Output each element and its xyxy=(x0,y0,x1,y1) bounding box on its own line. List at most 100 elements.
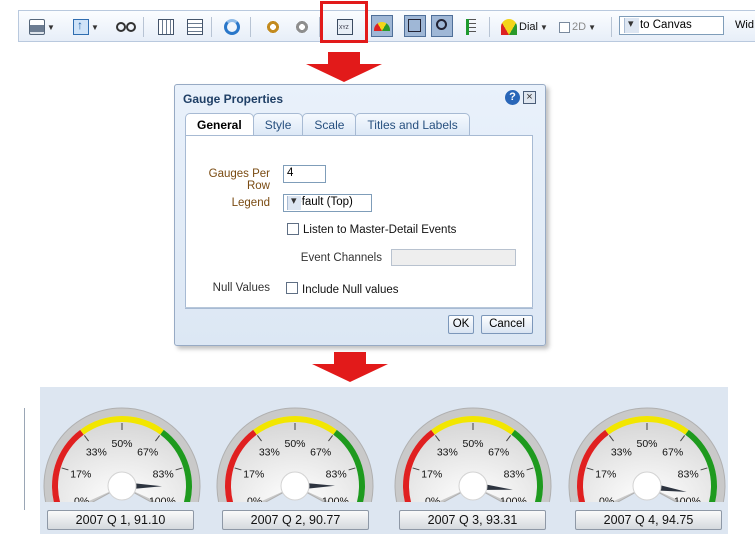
chevron-down-icon xyxy=(287,194,301,210)
gauge-hub xyxy=(107,471,137,501)
chevron-down-icon xyxy=(624,17,639,33)
dial-type-icon xyxy=(501,19,517,35)
gauge-tick-label: 50% xyxy=(636,438,657,450)
chevron-down-icon: ▼ xyxy=(47,22,55,32)
gauge-caption: 2007 Q 1, 91.10 xyxy=(47,510,194,530)
print-button[interactable]: ▼ xyxy=(29,18,55,36)
chevron-down-icon: ▼ xyxy=(91,22,99,32)
gauge-tick-label: 17% xyxy=(243,469,264,481)
grid-view-button[interactable] xyxy=(158,18,174,36)
dial-gauge: 0% 17% 33% 50% 67% 83% 100% xyxy=(568,407,726,502)
gauge-hub xyxy=(632,471,662,501)
binoculars-icon xyxy=(116,22,126,32)
toolbar-divider xyxy=(489,17,490,37)
gauge-tick-label: 83% xyxy=(504,469,525,481)
gauge-tick-label: 33% xyxy=(86,447,107,459)
legend-select[interactable]: Default (Top) xyxy=(283,194,372,212)
close-icon[interactable]: × xyxy=(523,91,536,104)
ok-button[interactable]: OK xyxy=(448,315,474,334)
table-view-button[interactable] xyxy=(187,18,203,36)
down-arrow-icon xyxy=(312,352,388,382)
gauge-caption: 2007 Q 4, 94.75 xyxy=(575,510,722,530)
gauge-type-label: Dial xyxy=(519,21,538,33)
toolbar-divider xyxy=(611,17,612,37)
general-tab-panel: Gauges Per Row 4 Legend Default (Top) Li… xyxy=(185,135,533,309)
gauge-tick-label: 100% xyxy=(500,496,527,502)
refresh-button[interactable] xyxy=(224,18,240,36)
gauge-tick-label: 33% xyxy=(259,447,280,459)
include-null-checkbox[interactable] xyxy=(286,282,298,294)
gauge-tick-label: 100% xyxy=(149,496,176,502)
dialog-tabs: General Style Scale Titles and Labels xyxy=(185,113,470,136)
gauge-tick-label: 67% xyxy=(662,447,683,459)
chevron-down-icon: ▼ xyxy=(539,22,548,32)
toolbar-divider xyxy=(250,17,251,37)
select-mode-button[interactable] xyxy=(404,15,426,37)
event-channels-label: Event Channels xyxy=(300,252,382,264)
zoom-icon xyxy=(436,19,447,30)
listen-master-detail-checkbox[interactable] xyxy=(287,223,299,235)
dial-view-button[interactable] xyxy=(371,15,393,37)
dialog-divider xyxy=(185,307,533,308)
down-arrow-icon xyxy=(306,52,382,82)
export-button[interactable]: ▼ xyxy=(73,18,99,36)
zoom-button[interactable] xyxy=(431,15,453,37)
gauge-tick-label: 33% xyxy=(437,447,458,459)
gauge-tick-label: 100% xyxy=(322,496,349,502)
legend-label: Legend xyxy=(231,197,270,209)
zoom-fit-select[interactable]: Fit to Canvas xyxy=(619,16,724,35)
gauge-tick-label: 17% xyxy=(70,469,91,481)
gauge-tick-label: 83% xyxy=(326,469,347,481)
dial-gauge-icon xyxy=(374,22,390,31)
gauge-tick-label: 33% xyxy=(611,447,632,459)
help-icon[interactable]: ? xyxy=(505,90,520,105)
cancel-button[interactable]: Cancel xyxy=(481,315,533,334)
tab-titles-and-labels[interactable]: Titles and Labels xyxy=(355,113,470,135)
select-icon xyxy=(408,19,421,32)
gauge-tick-label: 67% xyxy=(310,447,331,459)
dial-gauge: 0% 17% 33% 50% 67% 83% 100% xyxy=(43,407,201,502)
dimension-dropdown[interactable]: 2D ▼ xyxy=(559,18,596,36)
format-button[interactable] xyxy=(265,18,281,36)
checkbox-icon xyxy=(559,21,570,33)
gauge-tick-label: 0% xyxy=(247,496,262,502)
toolbar-divider xyxy=(143,17,144,37)
gauge-properties-dialog: Gauge Properties ? × General Style Scale… xyxy=(174,84,546,346)
export-icon xyxy=(73,18,89,35)
dial-gauge: 0% 17% 33% 50% 67% 83% 100% xyxy=(216,407,374,502)
gauge-tick-label: 0% xyxy=(425,496,440,502)
binoculars-icon xyxy=(126,22,136,32)
tab-style[interactable]: Style xyxy=(252,113,304,135)
dialog-title: Gauge Properties xyxy=(183,92,284,106)
gauge-caption: 2007 Q 2, 90.77 xyxy=(222,510,369,530)
settings-button[interactable] xyxy=(294,18,310,36)
panel-divider xyxy=(24,408,25,510)
print-icon xyxy=(29,19,45,35)
gauge-caption: 2007 Q 3, 93.31 xyxy=(399,510,546,530)
find-button[interactable] xyxy=(116,18,136,36)
include-null-label: Include Null values xyxy=(302,284,399,296)
gauge-tick-label: 17% xyxy=(421,469,442,481)
tab-general[interactable]: General xyxy=(185,113,254,136)
listen-master-detail-label: Listen to Master-Detail Events xyxy=(303,224,457,236)
gauge-tick-label: 17% xyxy=(595,469,616,481)
sort-button[interactable] xyxy=(466,18,476,36)
gauge-type-dropdown[interactable]: Dial ▼ xyxy=(501,18,548,36)
gauge-hub xyxy=(458,471,488,501)
gear-settings-icon xyxy=(294,19,310,35)
dimension-label: 2D xyxy=(572,21,587,33)
tab-scale[interactable]: Scale xyxy=(302,113,357,135)
gauge-hub xyxy=(280,471,310,501)
highlight-box xyxy=(320,1,368,43)
gauge-tick-label: 83% xyxy=(153,469,174,481)
toolbar-divider xyxy=(211,17,212,37)
gauges-per-row-input[interactable]: 4 xyxy=(283,165,326,183)
event-channels-input xyxy=(391,249,516,266)
gauge-tick-label: 83% xyxy=(678,469,699,481)
gauge-tick-label: 100% xyxy=(674,496,701,502)
gauge-tick-label: 50% xyxy=(462,438,483,450)
dial-gauge: 0% 17% 33% 50% 67% 83% 100% xyxy=(394,407,552,502)
grid-icon xyxy=(158,19,174,35)
gauge-tick-label: 0% xyxy=(74,496,89,502)
null-values-label: Null Values xyxy=(212,282,270,294)
